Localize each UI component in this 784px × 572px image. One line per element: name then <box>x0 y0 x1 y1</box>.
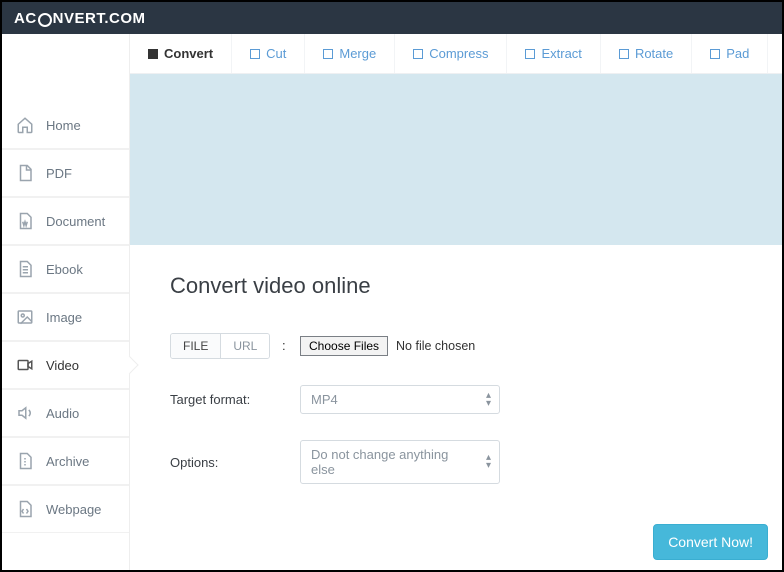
action-tabs: Convert Cut Merge Compress Extract Rotat… <box>130 34 782 74</box>
chevron-updown-icon: ▴▾ <box>486 392 491 408</box>
tab-merge[interactable]: Merge <box>305 34 395 73</box>
tab-marker-icon <box>148 49 158 59</box>
no-file-text: No file chosen <box>396 339 475 353</box>
chevron-updown-icon: ▴▾ <box>486 454 491 470</box>
tab-compress[interactable]: Compress <box>395 34 507 73</box>
tab-label: Cut <box>266 46 286 61</box>
sidebar-item-label: Audio <box>46 406 79 421</box>
tab-label: Extract <box>541 46 581 61</box>
image-icon <box>16 308 34 326</box>
tab-label: Rotate <box>635 46 673 61</box>
tab-marker-icon <box>619 49 629 59</box>
tab-marker-icon <box>413 49 423 59</box>
target-format-value: MP4 <box>311 392 338 407</box>
home-icon <box>16 116 34 134</box>
source-file-button[interactable]: FILE <box>171 334 220 358</box>
tab-convert[interactable]: Convert <box>130 34 232 73</box>
sidebar-item-label: Document <box>46 214 105 229</box>
brand-pre: AC <box>14 10 37 27</box>
sidebar-item-document[interactable]: Document <box>2 197 129 245</box>
tab-extract[interactable]: Extract <box>507 34 600 73</box>
sidebar-item-webpage[interactable]: Webpage <box>2 485 129 533</box>
options-value: Do not change anything else <box>311 447 448 477</box>
sidebar-item-label: Image <box>46 310 82 325</box>
tab-marker-icon <box>323 49 333 59</box>
source-url-button[interactable]: URL <box>220 334 269 358</box>
tab-marker-icon <box>710 49 720 59</box>
sidebar-item-audio[interactable]: Audio <box>2 389 129 437</box>
sidebar-item-home[interactable]: Home <box>2 102 129 149</box>
convert-now-button[interactable]: Convert Now! <box>653 524 768 560</box>
sidebar-item-video[interactable]: Video <box>2 341 129 389</box>
options-select[interactable]: Do not change anything else ▴▾ <box>300 440 500 484</box>
sidebar-item-ebook[interactable]: Ebook <box>2 245 129 293</box>
video-icon <box>16 356 34 374</box>
sidebar-item-label: Webpage <box>46 502 101 517</box>
sidebar-item-label: Archive <box>46 454 89 469</box>
sidebar-item-pdf[interactable]: PDF <box>2 149 129 197</box>
archive-icon <box>16 452 34 470</box>
tab-marker-icon <box>250 49 260 59</box>
tab-label: Compress <box>429 46 488 61</box>
ad-banner <box>130 74 782 245</box>
options-label: Options: <box>170 455 300 470</box>
tab-label: Convert <box>164 46 213 61</box>
topbar: AC NVERT.COM <box>2 2 782 34</box>
tab-marker-icon <box>525 49 535 59</box>
sidebar-item-label: Home <box>46 118 81 133</box>
brand-ring-icon <box>38 13 52 27</box>
webpage-icon <box>16 500 34 518</box>
sidebar-item-label: Video <box>46 358 79 373</box>
tab-label: Pad <box>726 46 749 61</box>
page-title: Convert video online <box>170 273 742 299</box>
sidebar-item-image[interactable]: Image <box>2 293 129 341</box>
tab-label: Merge <box>339 46 376 61</box>
tab-pad[interactable]: Pad <box>692 34 768 73</box>
pdf-icon <box>16 164 34 182</box>
tab-cut[interactable]: Cut <box>232 34 305 73</box>
choose-files-button[interactable]: Choose Files <box>300 336 388 356</box>
sidebar-item-label: PDF <box>46 166 72 181</box>
source-toggle: FILE URL <box>170 333 270 359</box>
target-format-label: Target format: <box>170 392 300 407</box>
sidebar-item-label: Ebook <box>46 262 83 277</box>
brand-post: NVERT.COM <box>53 10 146 27</box>
audio-icon <box>16 404 34 422</box>
sidebar-item-archive[interactable]: Archive <box>2 437 129 485</box>
colon: : <box>282 338 286 353</box>
doc-icon <box>16 212 34 230</box>
target-format-select[interactable]: MP4 ▴▾ <box>300 385 500 414</box>
sidebar: Home PDF Document Ebook Image Video <box>2 34 130 570</box>
tab-rotate[interactable]: Rotate <box>601 34 692 73</box>
ebook-icon <box>16 260 34 278</box>
